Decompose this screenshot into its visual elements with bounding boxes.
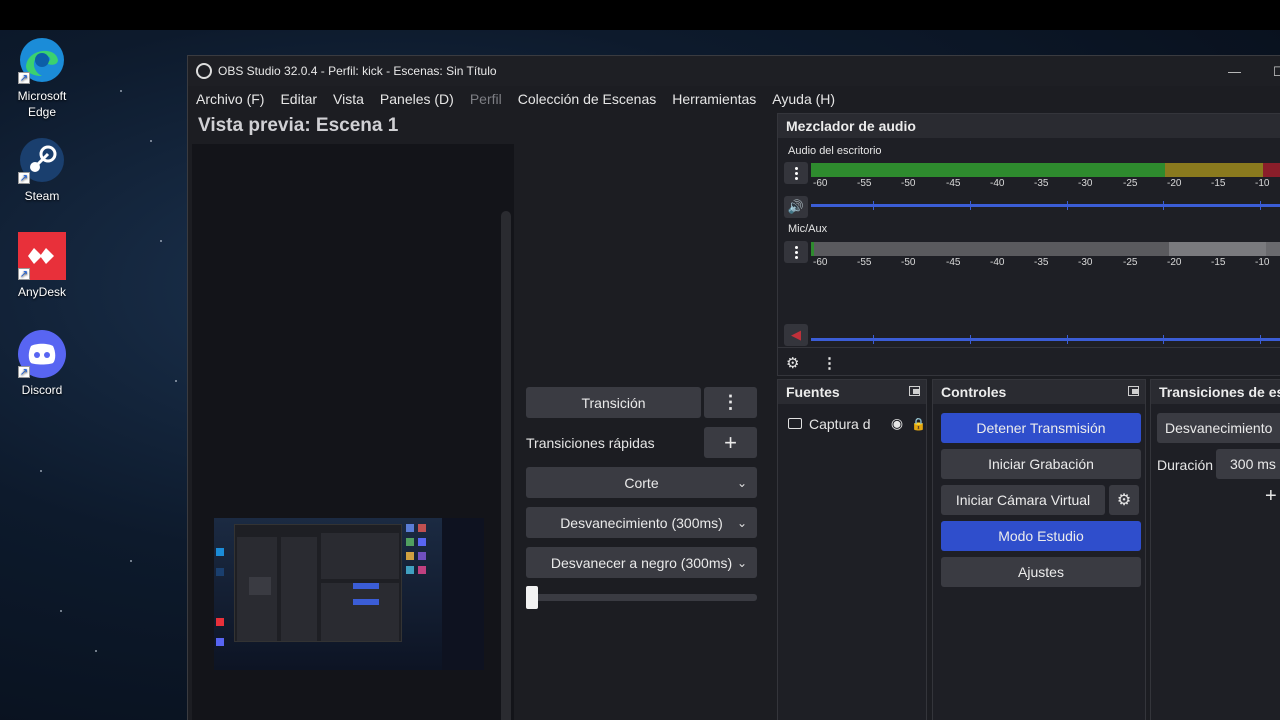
- desktop-icon-edge[interactable]: ↗ Microsoft Edge: [10, 36, 74, 120]
- controls-title: Controles: [933, 380, 1145, 404]
- preview-scrollbar[interactable]: [501, 211, 511, 720]
- source-name: Captura d: [809, 415, 871, 432]
- start-virtual-camera-button[interactable]: Iniciar Cámara Virtual: [941, 485, 1105, 515]
- meter-scale: -60 -55 -50 -45 -40 -35 -30 -25 -20 -15 -10: [813, 178, 1270, 189]
- preview-canvas[interactable]: [192, 144, 514, 720]
- scene-transitions-dock: Transiciones de esc Desvanecimiento Dura…: [1150, 379, 1280, 720]
- menu-editar[interactable]: Editar: [280, 91, 317, 107]
- channel-name: Audio del escritorio: [788, 145, 882, 157]
- chevron-down-icon: ⌄: [736, 515, 747, 530]
- maximize-icon[interactable]: ☐: [1273, 64, 1280, 80]
- menu-perfil: Perfil: [469, 91, 502, 107]
- duration-label: Duración: [1157, 457, 1214, 473]
- mic-volume-slider[interactable]: [811, 335, 1280, 344]
- shortcut-arrow-icon: ↗: [18, 72, 30, 84]
- sources-dock: Fuentes Captura d ◉ 🔒: [777, 379, 927, 720]
- title-bar: OBS Studio 32.0.4 - Perfil: kick - Escen…: [188, 56, 1280, 86]
- sources-title: Fuentes: [778, 380, 926, 404]
- transition-button[interactable]: Transición: [526, 387, 701, 418]
- settings-button[interactable]: Ajustes: [941, 557, 1141, 587]
- desktop-icon-label: Steam: [24, 189, 60, 203]
- shortcut-arrow-icon: ↗: [18, 172, 30, 184]
- add-transition-plus-icon[interactable]: +: [1265, 485, 1277, 508]
- obs-window: OBS Studio 32.0.4 - Perfil: kick - Escen…: [187, 55, 1280, 720]
- minimize-icon[interactable]: —: [1228, 64, 1241, 79]
- add-quick-transition-button[interactable]: +: [704, 427, 757, 458]
- chevron-down-icon: ⌄: [736, 475, 747, 490]
- shortcut-arrow-icon: ↗: [18, 268, 30, 280]
- desktop-icon-label: AnyDesk: [17, 285, 67, 299]
- undock-icon[interactable]: [1128, 386, 1139, 396]
- audio-mixer-title: Mezclador de audio: [778, 114, 1280, 138]
- menu-bar: Archivo (F) Editar Vista Paneles (D) Per…: [188, 86, 1280, 112]
- mic-audio-meter: [811, 242, 1280, 256]
- menu-archivo[interactable]: Archivo (F): [196, 91, 264, 107]
- transition-button-label: Transición: [581, 394, 646, 411]
- start-recording-button[interactable]: Iniciar Grabación: [941, 449, 1141, 479]
- transition-select[interactable]: Desvanecimiento: [1157, 413, 1280, 443]
- anydesk-icon: ↗: [18, 232, 66, 280]
- tbar-handle[interactable]: [526, 586, 538, 609]
- channel-menu-button[interactable]: [784, 241, 808, 263]
- source-item[interactable]: Captura d ◉ 🔒: [788, 415, 926, 432]
- muted-speaker-icon[interactable]: ◀: [784, 324, 808, 346]
- shortcut-arrow-icon: ↗: [18, 366, 30, 378]
- menu-paneles[interactable]: Paneles (D): [380, 91, 454, 107]
- kebab-icon[interactable]: ⋮: [822, 354, 837, 372]
- plus-icon: +: [724, 429, 737, 455]
- desktop-audio-meter: [811, 163, 1280, 177]
- studio-mode-button[interactable]: Modo Estudio: [941, 521, 1141, 551]
- desktop-icon-label: Discord: [21, 383, 63, 397]
- menu-herramientas[interactable]: Herramientas: [672, 91, 756, 107]
- top-black-bar: [0, 0, 1280, 30]
- speaker-icon[interactable]: 🔊: [784, 196, 808, 218]
- eye-icon[interactable]: ◉: [891, 415, 903, 432]
- lock-icon[interactable]: 🔒: [911, 417, 926, 431]
- monitor-icon: [788, 418, 802, 429]
- discord-icon: ↗: [18, 330, 66, 378]
- desktop-icon-steam[interactable]: ↗ Steam: [10, 136, 74, 204]
- transition-menu-button[interactable]: ⋮: [704, 387, 757, 418]
- scene-transitions-title: Transiciones de esc: [1151, 380, 1280, 404]
- quick-transitions-label: Transiciones rápidas: [526, 435, 655, 451]
- mixer-settings-icon[interactable]: ⚙: [786, 354, 799, 372]
- quick-transition-label: Desvanecer a negro (300ms): [550, 554, 733, 571]
- preview-thumbnail: [214, 518, 484, 670]
- quick-transition-fade[interactable]: Desvanecimiento (300ms) ⌄: [526, 507, 757, 538]
- virtual-camera-settings-button[interactable]: ⚙: [1109, 485, 1139, 515]
- quick-transition-corte[interactable]: Corte ⌄: [526, 467, 757, 498]
- kebab-icon: ⋮: [721, 392, 740, 412]
- desktop-icon-label: Microsoft Edge: [17, 89, 67, 119]
- controls-dock: Controles Detener Transmisión Iniciar Gr…: [932, 379, 1146, 720]
- meter-scale: -60 -55 -50 -45 -40 -35 -30 -25 -20 -15 -10: [813, 257, 1270, 268]
- quick-transition-fade-black[interactable]: Desvanecer a negro (300ms) ⌄: [526, 547, 757, 578]
- audio-mixer-dock: Mezclador de audio Audio del escritorio …: [777, 113, 1280, 376]
- steam-icon: ↗: [18, 136, 66, 184]
- obs-logo-icon: [196, 63, 212, 79]
- chevron-down-icon: ⌄: [736, 555, 747, 570]
- undock-icon[interactable]: [909, 386, 920, 396]
- window-title: OBS Studio 32.0.4 - Perfil: kick - Escen…: [218, 64, 497, 78]
- menu-coleccion-escenas[interactable]: Colección de Escenas: [518, 91, 657, 107]
- menu-ayuda[interactable]: Ayuda (H): [772, 91, 835, 107]
- channel-menu-button[interactable]: [784, 162, 808, 184]
- menu-vista[interactable]: Vista: [333, 91, 364, 107]
- edge-icon: ↗: [18, 36, 66, 84]
- desktop-icon-anydesk[interactable]: ↗ AnyDesk: [10, 232, 74, 300]
- tbar-track[interactable]: [526, 594, 757, 601]
- stop-stream-button[interactable]: Detener Transmisión: [941, 413, 1141, 443]
- desktop-audio-volume-slider[interactable]: [811, 201, 1280, 210]
- desktop-icon-discord[interactable]: ↗ Discord: [10, 330, 74, 398]
- channel-name: Mic/Aux: [788, 223, 828, 235]
- quick-transition-label: Desvanecimiento (300ms): [560, 514, 723, 531]
- preview-title: Vista previa: Escena 1: [198, 115, 399, 136]
- transitions-column: Transición ⋮ Transiciones rápidas + Cort…: [526, 116, 757, 720]
- quick-transition-label: Corte: [624, 474, 659, 491]
- gear-icon: ⚙: [1116, 492, 1132, 509]
- duration-input[interactable]: 300 ms: [1216, 449, 1280, 479]
- mixer-footer: ⚙ ⋮: [778, 347, 1280, 377]
